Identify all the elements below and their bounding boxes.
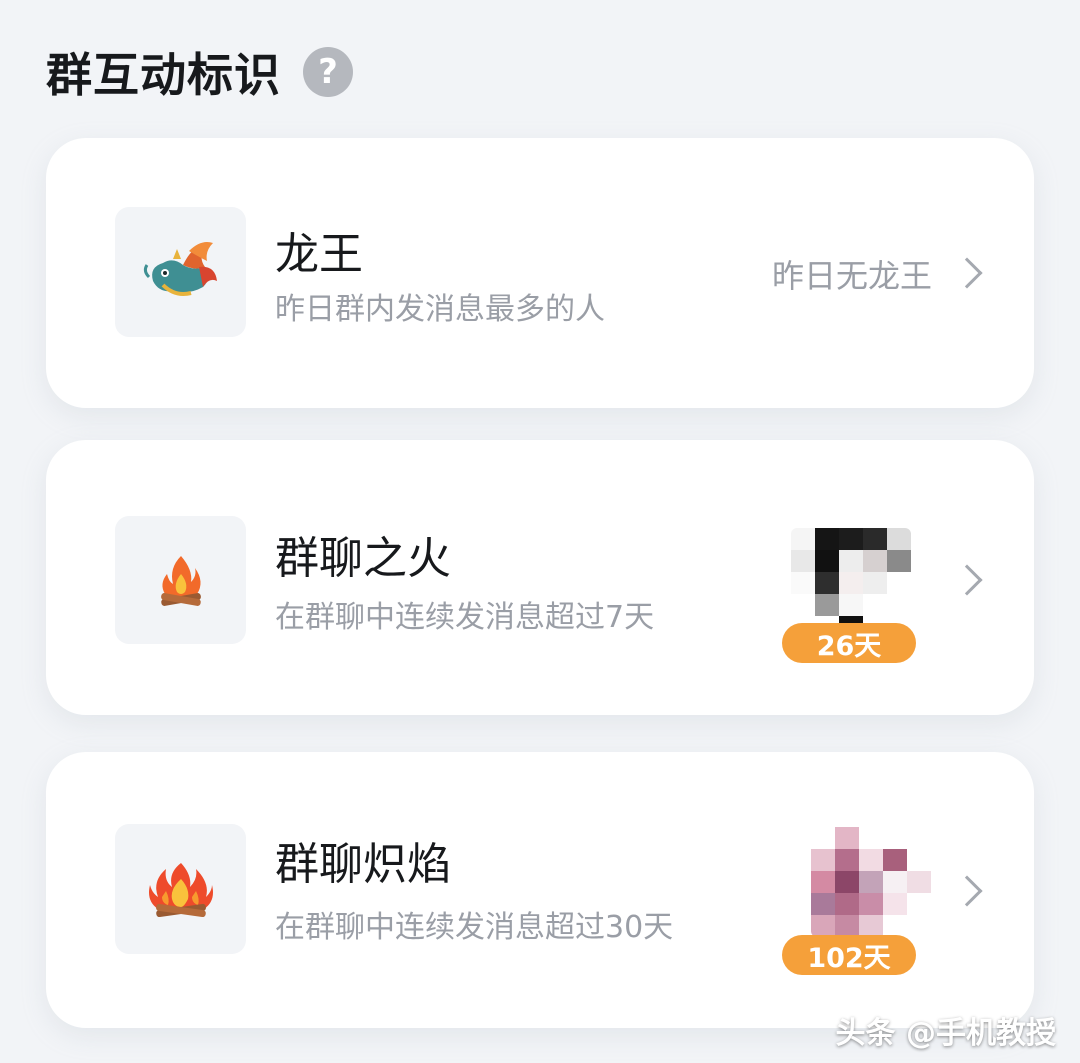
group-interaction-badges-page: 群互动标识 ? 龙王 昨日群内发消息最多的人 昨日无龙王 群聊之火 在群聊中连续… xyxy=(0,0,1080,1063)
section-title: 群互动标识 xyxy=(46,48,281,102)
chevron-right-icon[interactable] xyxy=(951,875,983,907)
item-description: 在群聊中连续发消息超过7天 xyxy=(275,600,655,635)
streak-badge: 102天 xyxy=(782,935,916,975)
chevron-right-icon[interactable] xyxy=(951,564,983,596)
watermark: 头条 @手机教授 xyxy=(835,1016,1056,1051)
chevron-right-icon[interactable] xyxy=(951,257,983,289)
streak-badge: 26天 xyxy=(782,623,916,663)
big-fire-icon xyxy=(115,824,246,954)
group-blaze-card[interactable]: 群聊炽焰 在群聊中连续发消息超过30天 102天 xyxy=(46,752,1034,1028)
item-description: 在群聊中连续发消息超过30天 xyxy=(275,910,674,945)
item-title: 群聊炽焰 xyxy=(275,839,451,890)
avatar[interactable] xyxy=(791,528,911,638)
section-header: 群互动标识 ? xyxy=(46,40,353,104)
dragon-icon xyxy=(115,207,246,337)
avatar[interactable] xyxy=(811,827,931,937)
item-description: 昨日群内发消息最多的人 xyxy=(275,292,605,327)
group-fire-card[interactable]: 群聊之火 在群聊中连续发消息超过7天 26天 xyxy=(46,440,1034,715)
item-title: 龙王 xyxy=(275,229,363,280)
item-title: 群聊之火 xyxy=(275,533,451,584)
status-text: 昨日无龙王 xyxy=(771,257,932,295)
dragon-king-card[interactable]: 龙王 昨日群内发消息最多的人 昨日无龙王 xyxy=(46,138,1034,408)
help-icon[interactable]: ? xyxy=(303,47,353,97)
campfire-icon xyxy=(115,516,246,644)
